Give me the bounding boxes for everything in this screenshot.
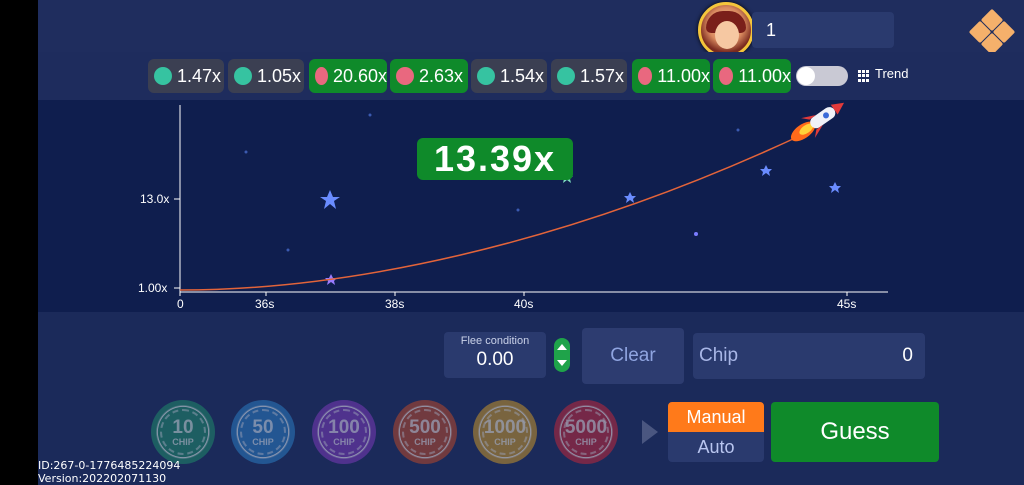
chip-caption: CHIP: [333, 436, 355, 447]
flee-condition-value[interactable]: 0.00: [444, 347, 546, 371]
chip-500[interactable]: 500 CHIP: [393, 400, 457, 464]
chip-amount: 1000: [483, 416, 527, 438]
avatar-face: [715, 21, 739, 49]
result-dot-icon: [234, 67, 252, 85]
rocket-icon: [790, 102, 845, 142]
flee-condition-label: Flee condition: [460, 335, 530, 347]
chip-amount: 100: [328, 416, 360, 438]
history-pill: 2.63x: [390, 59, 468, 93]
player-avatar[interactable]: [698, 2, 754, 58]
build-id: ID:267-0-1776485224094: [38, 459, 181, 472]
history-value: 2.63x: [419, 65, 464, 86]
history-value: 1.57x: [580, 65, 625, 86]
chip-value: 0: [902, 345, 913, 366]
history-value: 11.00x: [657, 65, 710, 86]
y-tick-label: 13.0x: [140, 192, 169, 206]
result-dot-icon: [315, 67, 328, 85]
x-tick-label: 40s: [514, 297, 533, 311]
chip-caption: CHIP: [575, 436, 597, 447]
history-value: 1.05x: [257, 65, 302, 86]
chip-amount: 10: [172, 416, 194, 438]
chip-1000[interactable]: 1000 CHIP: [473, 400, 537, 464]
chip-caption: CHIP: [252, 436, 274, 447]
trend-toggle[interactable]: [796, 66, 848, 86]
history-pill: 20.60x: [309, 59, 387, 93]
result-dot-icon: [154, 67, 172, 85]
star-icon: [829, 182, 841, 193]
chip-amount: 500: [409, 416, 441, 438]
left-bezel: [0, 0, 38, 485]
chip-100[interactable]: 100 CHIP: [312, 400, 376, 464]
flee-condition-field[interactable]: Flee condition 0.00: [444, 332, 546, 378]
star-icon: [760, 165, 772, 176]
game-screen: 1 1.47x 1.05x 20.60x 2.63x 1.54x 1.57x 11.00x 1…: [38, 0, 1024, 485]
star-icon: [320, 190, 340, 209]
history-pill: 11.00x: [713, 59, 791, 93]
guess-button[interactable]: Guess: [771, 402, 939, 462]
history-bar: 1.47x 1.05x 20.60x 2.63x 1.54x 1.57x 11.00x 11.…: [38, 52, 1024, 100]
player-count: 1: [752, 12, 894, 48]
history-value: 11.00x: [738, 65, 791, 86]
x-tick-label: 36s: [255, 297, 274, 311]
stepper-up-icon[interactable]: [557, 344, 567, 350]
chip-10[interactable]: 10 CHIP: [151, 400, 215, 464]
bet-controls: Flee condition 0.00 Clear Chip 0 10 CHIP 5…: [38, 312, 1024, 485]
y-tick-label: 1.00x: [138, 281, 167, 295]
build-version: Version:202202071130: [38, 472, 167, 485]
x-tick-label: 38s: [385, 297, 404, 311]
chip-label: Chip: [699, 345, 739, 366]
history-pill: 11.00x: [632, 59, 710, 93]
x-tick-label: 45s: [837, 297, 856, 311]
menu-diamond-icon[interactable]: [968, 8, 1016, 56]
x-tick-label: 0: [177, 297, 184, 311]
history-value: 20.60x: [332, 65, 387, 86]
history-value: 1.54x: [500, 65, 545, 86]
toggle-knob: [797, 67, 815, 85]
history-value: 1.47x: [177, 65, 222, 86]
result-dot-icon: [477, 67, 495, 85]
chip-caption: CHIP: [414, 436, 436, 447]
stepper-down-icon[interactable]: [557, 360, 567, 366]
result-dot-icon: [719, 67, 734, 85]
mode-auto-tab[interactable]: Auto: [668, 432, 764, 462]
trend-grid-icon[interactable]: [858, 70, 870, 82]
result-dot-icon: [638, 67, 653, 85]
chip-amount: 5000: [564, 416, 608, 438]
current-multiplier: 13.39x: [417, 138, 573, 180]
mode-manual-tab[interactable]: Manual: [668, 402, 764, 432]
history-pill: 1.54x: [471, 59, 547, 93]
chip-5000[interactable]: 5000 CHIP: [554, 400, 618, 464]
chip-field[interactable]: Chip 0: [693, 333, 925, 379]
history-pill: 1.05x: [228, 59, 304, 93]
chart-canvas: 13.0x 1.00x 0 36s 38s 40s 45s: [138, 102, 888, 311]
build-info: ID:267-0-1776485224094 Version:202202071…: [38, 459, 180, 485]
result-dot-icon: [557, 67, 575, 85]
history-pill: 1.47x: [148, 59, 224, 93]
top-bar: 1: [38, 0, 1024, 58]
trend-label[interactable]: Trend: [875, 66, 908, 81]
flee-stepper[interactable]: [554, 338, 570, 372]
chip-amount: 50: [252, 416, 274, 438]
result-dot-icon: [396, 67, 414, 85]
clear-button[interactable]: Clear: [582, 328, 684, 384]
chip-caption: CHIP: [494, 436, 516, 447]
history-pill: 1.57x: [551, 59, 627, 93]
chip-50[interactable]: 50 CHIP: [231, 400, 295, 464]
chip-caption: CHIP: [172, 436, 194, 447]
crash-chart: 13.0x 1.00x 0 36s 38s 40s 45s 13.39x: [38, 100, 1024, 312]
star-icon: [624, 192, 636, 203]
chip-scroll-arrow-icon[interactable]: [642, 420, 658, 444]
